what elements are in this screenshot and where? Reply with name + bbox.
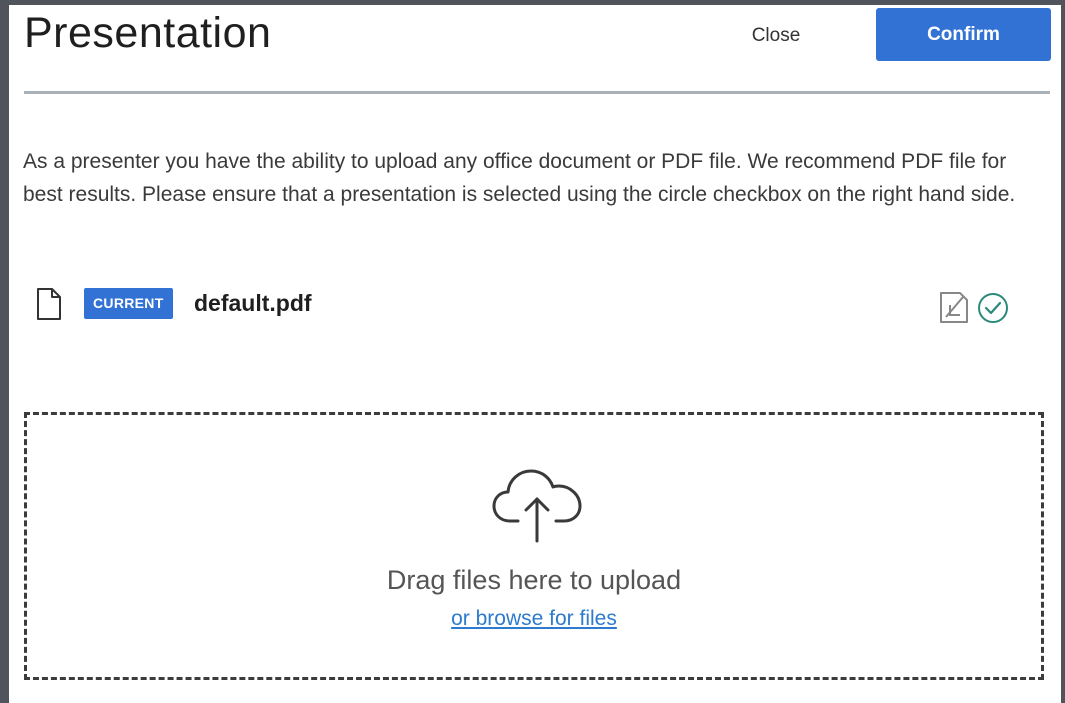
dropzone-text: Drag files here to upload [386,565,682,595]
cloud-upload-icon [490,463,586,543]
current-badge: CURRENT [84,288,173,319]
confirm-button[interactable]: Confirm [876,8,1051,61]
upload-instructions: As a presenter you have the ability to u… [23,150,1016,206]
file-icon [34,287,64,321]
close-button[interactable]: Close [734,15,818,57]
file-name: default.pdf [194,290,312,316]
window-frame-right [1061,0,1065,703]
browse-files-link[interactable]: or browse for files [27,607,1041,631]
check-circle-icon[interactable] [976,291,1010,325]
presentation-modal: Presentation Close Confirm As a presente… [9,5,1061,703]
download-icon[interactable] [938,289,970,325]
window-frame-left [0,0,9,703]
file-list-item: CURRENT default.pdf [34,283,1014,323]
upload-dropzone[interactable]: Drag files here to upload or browse for … [24,412,1044,680]
header-divider [24,91,1050,94]
modal-title: Presentation [24,9,272,57]
